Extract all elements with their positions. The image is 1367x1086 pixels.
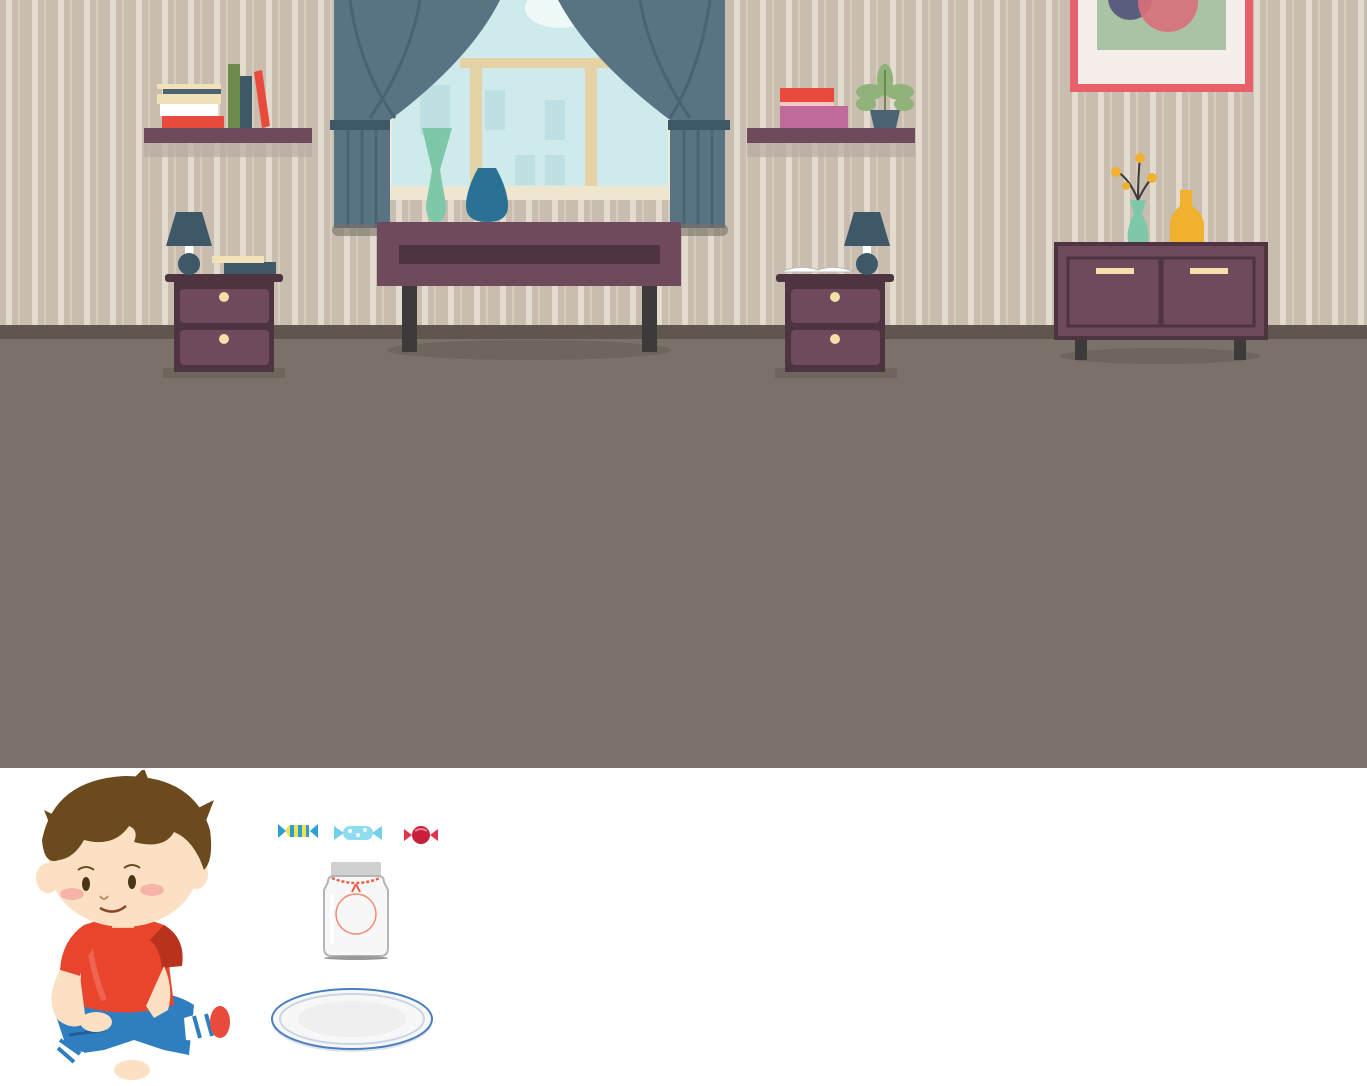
room-scene [0, 0, 1367, 768]
glass-jar-icon [323, 862, 389, 960]
item-tray [0, 768, 1367, 1086]
glass-jar[interactable] [318, 860, 394, 960]
plate-icon [271, 988, 433, 1052]
candy-dotted-blue[interactable] [332, 823, 384, 843]
candy-icon [278, 824, 318, 838]
candy-icon [334, 826, 382, 840]
candy-icon [404, 826, 438, 844]
plate[interactable] [270, 986, 434, 1054]
candy-red[interactable] [403, 825, 439, 845]
wall-picture[interactable] [1070, 0, 1253, 92]
candy-striped-yellow[interactable] [276, 820, 320, 842]
boy-character[interactable] [14, 770, 234, 1086]
floor [0, 339, 1367, 768]
